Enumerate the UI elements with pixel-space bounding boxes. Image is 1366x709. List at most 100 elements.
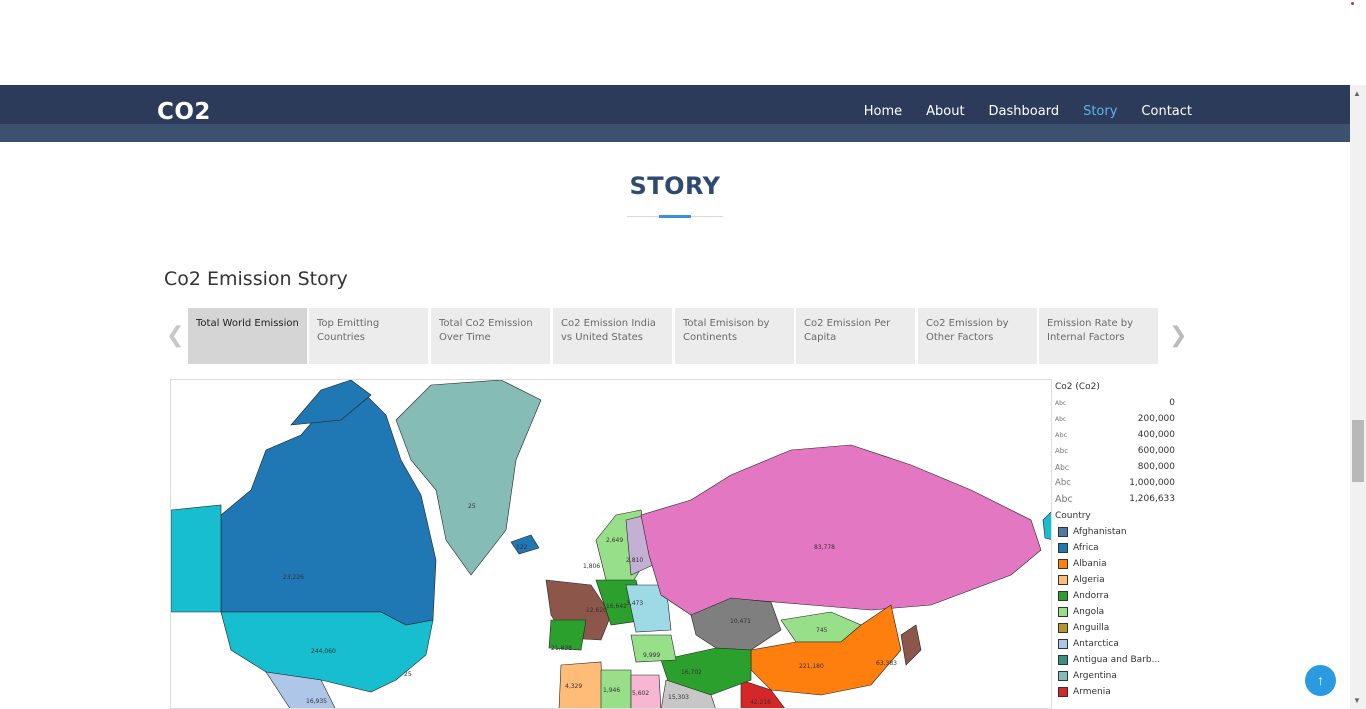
legend-swatch bbox=[1058, 655, 1068, 665]
arrow-up-icon: ↑ bbox=[1317, 672, 1324, 688]
legend-swatch bbox=[1058, 639, 1068, 649]
story-tab-4[interactable]: Co2 Emission India vs United States bbox=[553, 308, 673, 364]
country-legend-title: Country bbox=[1055, 511, 1091, 521]
map-label-mongolia: 745 bbox=[816, 627, 828, 634]
story-tab-1[interactable]: Total World Emission bbox=[188, 308, 308, 364]
region-japan[interactable] bbox=[900, 624, 922, 666]
map-label-libya: 1,946 bbox=[603, 687, 620, 694]
story-tab-3[interactable]: Total Co2 Emission Over Time bbox=[431, 308, 551, 364]
legend-swatch bbox=[1058, 575, 1068, 585]
story-tab-8[interactable]: Emission Rate by Internal Factors bbox=[1039, 308, 1159, 364]
map-label-turkey: 9,999 bbox=[643, 652, 660, 659]
country-legend-label: Albania bbox=[1073, 559, 1107, 569]
chevron-right-icon[interactable]: ❯ bbox=[1169, 322, 1187, 348]
top-blank-area bbox=[0, 0, 1350, 85]
country-legend-list: Afghanistan Africa Albania Algeria Andorra An… bbox=[1055, 524, 1175, 700]
legend-swatch bbox=[1058, 527, 1068, 537]
page-scrollbar[interactable]: ▲ ▼ bbox=[1350, 85, 1366, 709]
legend-swatch bbox=[1058, 623, 1068, 633]
map-label-saudi: 16,702 bbox=[681, 669, 702, 676]
country-legend-label: Armenia bbox=[1073, 687, 1111, 697]
nav-story[interactable]: Story bbox=[1083, 104, 1117, 119]
story-tab-5[interactable]: Total Emisison by Continents bbox=[675, 308, 795, 364]
map-label-ukraine: 16,642 bbox=[606, 603, 627, 610]
legend-swatch bbox=[1058, 591, 1068, 601]
section-title: STORY bbox=[629, 172, 721, 200]
map-label-norway: 1,806 bbox=[583, 563, 600, 570]
map-label-finland: 2,810 bbox=[626, 557, 643, 564]
story-heading: Co2 Emission Story bbox=[164, 268, 348, 290]
chevron-left-icon[interactable]: ❮ bbox=[166, 322, 184, 348]
size-legend-row: Abc 800,000 bbox=[1055, 462, 1175, 472]
country-legend-label: Afghanistan bbox=[1073, 527, 1127, 537]
corner-dot bbox=[1351, 2, 1354, 5]
region-alaska[interactable] bbox=[171, 504, 222, 613]
world-emission-map[interactable]: 23,226 25 122 244,060 25 16,935 83,778 1… bbox=[170, 379, 1052, 709]
map-label-kazakhstan: 10,471 bbox=[730, 618, 751, 625]
region-russia[interactable] bbox=[640, 444, 1042, 616]
map-label-egypt: 5,602 bbox=[632, 690, 649, 697]
map-label-iceland: 122 bbox=[516, 544, 528, 551]
map-legend: Co2 (Co2) Abc 0 Abc 200,000 Abc 400,000 Abc… bbox=[1055, 382, 1175, 700]
country-legend-item[interactable]: Anguilla bbox=[1055, 620, 1175, 636]
size-legend-row: Abc 1,000,000 bbox=[1055, 478, 1175, 488]
legend-swatch bbox=[1058, 671, 1068, 681]
country-legend-label: Antarctica bbox=[1073, 639, 1119, 649]
nav-contact[interactable]: Contact bbox=[1141, 104, 1192, 119]
country-legend-label: Algeria bbox=[1073, 575, 1105, 585]
map-label-russia: 83,778 bbox=[814, 544, 835, 551]
map-label-greenland: 25 bbox=[468, 503, 476, 510]
size-legend-title: Co2 (Co2) bbox=[1055, 382, 1100, 392]
nav-home[interactable]: Home bbox=[864, 104, 902, 119]
size-legend-row: Abc 1,206,633 bbox=[1055, 493, 1175, 505]
title-accent-bar bbox=[659, 215, 691, 218]
map-label-sweden: 2,649 bbox=[606, 537, 623, 544]
navbar: CO2 Home About Dashboard Story Contact bbox=[0, 85, 1350, 142]
map-label-spain: 21,838 bbox=[551, 645, 572, 652]
size-legend-row: Abc 0 bbox=[1055, 398, 1175, 408]
scroll-up-icon[interactable]: ▲ bbox=[1353, 89, 1361, 98]
scrollbar-thumb[interactable] bbox=[1352, 420, 1364, 482]
story-tabs: ❮ Total World Emission Top Emitting Coun… bbox=[166, 308, 1187, 364]
size-legend-row: Abc 600,000 bbox=[1055, 446, 1175, 456]
country-legend-label: Africa bbox=[1073, 543, 1099, 553]
map-label-canada: 23,226 bbox=[283, 574, 304, 581]
map-label-mexico: 16,935 bbox=[306, 698, 327, 705]
story-tab-6[interactable]: Co2 Emission Per Capita bbox=[796, 308, 916, 364]
country-legend-item[interactable]: Antarctica bbox=[1055, 636, 1175, 652]
story-tab-2[interactable]: Top Emitting Countries bbox=[309, 308, 429, 364]
country-legend-label: Angola bbox=[1073, 607, 1105, 617]
back-to-top-button[interactable]: ↑ bbox=[1305, 665, 1336, 696]
country-legend-item[interactable]: Armenia bbox=[1055, 684, 1175, 700]
size-legend-row: Abc 400,000 bbox=[1055, 430, 1175, 440]
country-legend-label: Antigua and Barb... bbox=[1073, 655, 1161, 665]
navbar-band bbox=[0, 124, 1350, 142]
map-svg[interactable]: 23,226 25 122 244,060 25 16,935 83,778 1… bbox=[171, 380, 1052, 709]
region-edge[interactable] bbox=[1042, 510, 1052, 540]
brand-logo[interactable]: CO2 bbox=[157, 99, 211, 125]
country-legend-item[interactable]: Albania bbox=[1055, 556, 1175, 572]
scroll-down-icon[interactable]: ▼ bbox=[1353, 696, 1361, 705]
country-legend-item[interactable]: Afghanistan bbox=[1055, 524, 1175, 540]
country-legend-item[interactable]: Angola bbox=[1055, 604, 1175, 620]
country-legend-item[interactable]: Argentina bbox=[1055, 668, 1175, 684]
nav-about[interactable]: About bbox=[926, 104, 964, 119]
country-legend-item[interactable]: Antigua and Barb... bbox=[1055, 652, 1175, 668]
map-label-iran: 15,303 bbox=[668, 694, 689, 701]
country-legend-item[interactable]: Andorra bbox=[1055, 588, 1175, 604]
legend-swatch bbox=[1058, 559, 1068, 569]
map-label-china: 221,180 bbox=[799, 663, 824, 670]
country-legend-item[interactable]: Africa bbox=[1055, 540, 1175, 556]
nav-dashboard[interactable]: Dashboard bbox=[989, 104, 1060, 119]
map-label-india: 42,216 bbox=[750, 699, 771, 706]
page: CO2 Home About Dashboard Story Contact S… bbox=[0, 0, 1366, 709]
country-legend-label: Argentina bbox=[1073, 671, 1117, 681]
map-label-algeria: 4,329 bbox=[565, 683, 582, 690]
country-legend-item[interactable]: Algeria bbox=[1055, 572, 1175, 588]
map-label-belarus: 3,473 bbox=[626, 600, 643, 607]
country-legend-label: Andorra bbox=[1073, 591, 1109, 601]
size-legend-row: Abc 200,000 bbox=[1055, 414, 1175, 424]
map-label-poland: 12,620 bbox=[586, 607, 607, 614]
story-tab-7[interactable]: Co2 Emission by Other Factors bbox=[918, 308, 1038, 364]
main-nav: Home About Dashboard Story Contact bbox=[840, 104, 1192, 119]
